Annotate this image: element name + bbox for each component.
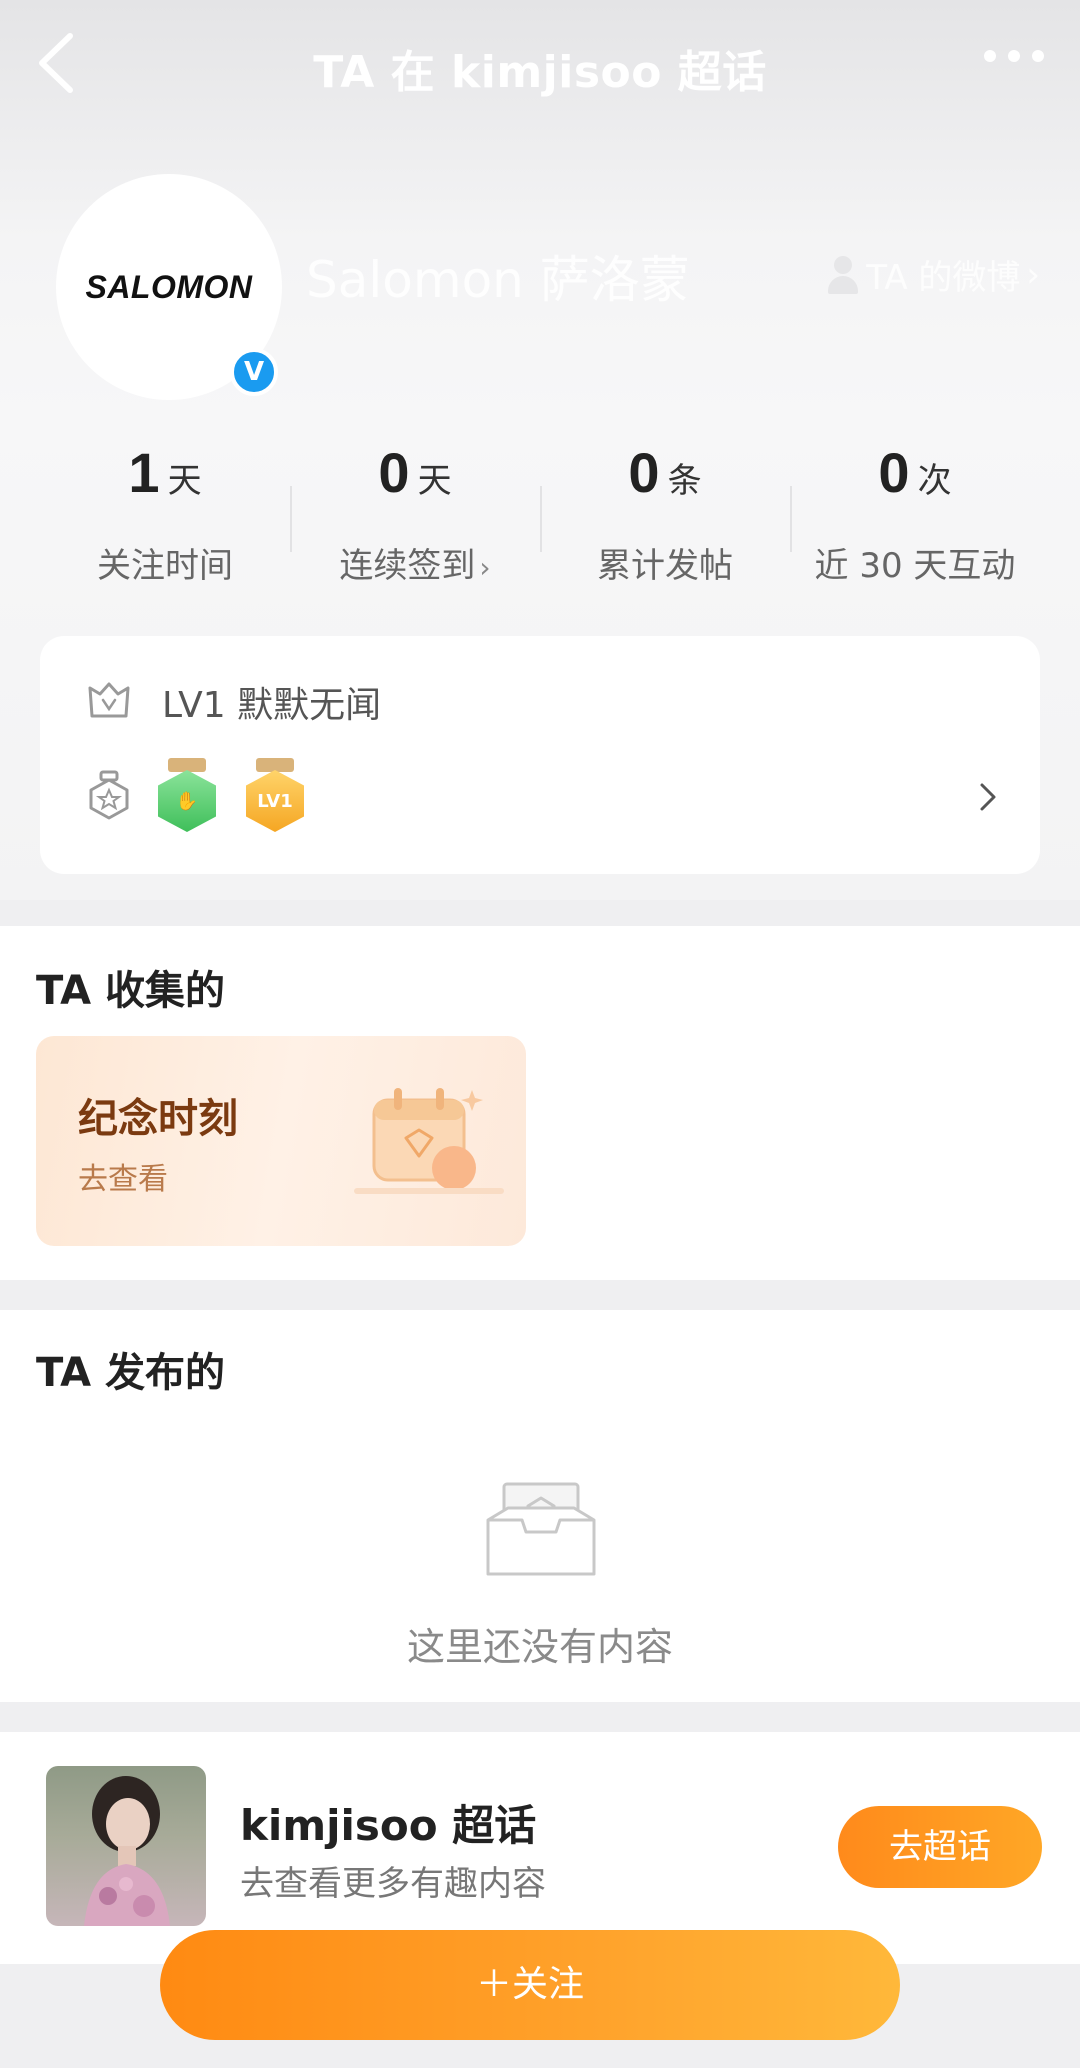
verified-badge-icon: V [230,348,278,396]
stat-label: 连续签到 [339,546,476,586]
empty-box-icon [484,1480,598,1580]
stat-label: 近 30 天互动 [814,546,1016,586]
weibo-profile-link[interactable]: TA 的微博 › [826,250,1040,299]
stat-unit: 条 [667,461,702,501]
calendar-heart-icon [354,1070,504,1210]
memorial-card-title: 纪念时刻 [78,1096,238,1142]
nav-bar: TA 在 kimjisoo 超话 [0,0,1080,128]
stat-value: 0 [628,441,660,504]
memorial-moments-card[interactable]: 纪念时刻 去查看 [36,1036,526,1246]
posted-section: TA 发布的 这里还没有内容 [0,1310,1080,1702]
stat-interactions-30d: 0 次 近 30 天互动 [790,440,1040,600]
lv1-badge-text: LV1 [246,770,304,832]
stat-checkin-streak[interactable]: 0 天 连续签到 › [290,440,540,600]
stat-unit: 次 [917,461,952,501]
follow-button[interactable]: ＋关注 [160,1930,900,2040]
chevron-right-icon [978,782,998,816]
empty-state-text: 这里还没有内容 [406,1625,673,1669]
stat-follow-time: 1 天 关注时间 [40,440,290,600]
lv1-badge-icon: LV1 [242,758,308,838]
back-arrow-icon[interactable] [30,30,90,96]
more-dots-icon[interactable] [984,50,1044,62]
weibo-link-label: TA 的微博 [866,258,1021,298]
goto-topic-button[interactable]: 去超话 [838,1806,1042,1888]
stat-value: 0 [378,441,410,504]
topic-thumbnail[interactable] [46,1766,206,1926]
level-text: LV1 默默无闻 [162,685,382,726]
collected-section: TA 收集的 纪念时刻 去查看 [0,926,1080,1280]
hand-badge-icon: ✋ [154,758,220,838]
page-title: TA 在 kimjisoo 超话 [313,47,767,98]
stat-unit: 天 [167,461,202,501]
stat-total-posts: 0 条 累计发帖 [540,440,790,600]
chevron-right-icon: › [479,551,491,584]
chevron-right-icon: › [1026,254,1040,295]
person-icon [826,255,860,294]
avatar-logo-text: SALOMON [85,268,253,305]
topic-subtitle: 去查看更多有趣内容 [240,1864,546,1904]
crown-level-icon [86,680,132,724]
level-card[interactable]: LV1 默默无闻 ✋ LV1 [40,636,1040,874]
medal-icon [86,770,132,826]
topic-name: kimjisoo 超话 [240,1801,537,1850]
stats-row: 1 天 关注时间 0 天 连续签到 › 0 条 累计发帖 0 次 近 30 天互动 [40,440,1040,600]
stat-value: 1 [128,441,160,504]
stat-label: 关注时间 [97,546,233,586]
stat-value: 0 [878,441,910,504]
user-name: Salomon 萨洛蒙 [306,251,690,309]
section-title: TA 发布的 [36,1350,226,1396]
memorial-card-link: 去查看 [78,1162,168,1197]
section-title: TA 收集的 [36,968,226,1014]
stat-unit: 天 [417,461,452,501]
stat-label: 累计发帖 [597,546,733,586]
